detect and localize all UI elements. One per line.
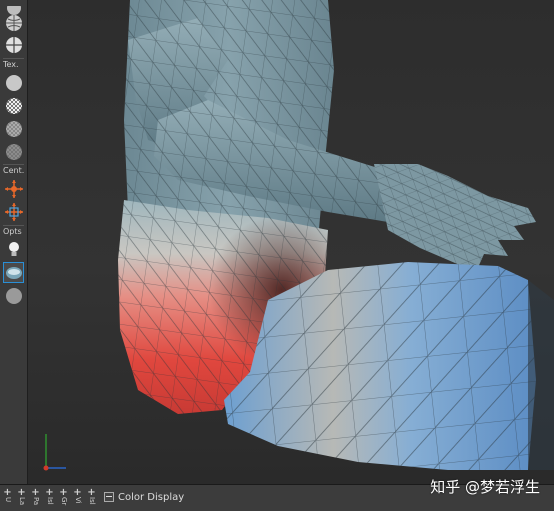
left-toolbar: Tex. Cent. Opts (0, 0, 28, 484)
light-bulb-icon[interactable] (3, 239, 24, 260)
center-pivot-icon[interactable] (3, 178, 24, 199)
toolbar-separator (3, 225, 24, 226)
bottom-tab-isl-2[interactable]: + Isl (87, 488, 96, 508)
center-selection-icon[interactable] (3, 201, 24, 222)
bottom-tab-u[interactable]: + U (3, 488, 12, 508)
bottom-tab-la[interactable]: + La (17, 488, 26, 508)
checker-globe-button[interactable] (3, 34, 24, 55)
shaded-disk-toggle[interactable] (3, 262, 24, 283)
bottom-tab-isl[interactable]: + Isl (45, 488, 54, 508)
thigh-edge-shadow (528, 280, 554, 470)
collapse-icon[interactable] (104, 492, 114, 502)
wire-sphere-button[interactable] (3, 12, 24, 33)
hand-wireframe (374, 164, 536, 272)
watermark-text: 知乎 @梦若浮生 (430, 478, 540, 496)
section-label-cent: Cent. (3, 166, 25, 175)
section-label-tex: Tex. (3, 60, 19, 69)
color-display-label: Color Display (118, 491, 185, 503)
checker-texture-dim-button[interactable] (3, 118, 24, 139)
mesh-render[interactable] (28, 0, 554, 484)
axis-gizmo-icon (43, 434, 66, 471)
bottom-tab-vi[interactable]: + Vi (73, 488, 82, 508)
bottom-tab-pa[interactable]: + Pa (31, 488, 40, 508)
solid-sphere-button[interactable] (3, 72, 24, 93)
section-label-opts: Opts (3, 227, 22, 236)
gray-texture-button[interactable] (3, 141, 24, 162)
flat-sphere-button[interactable] (3, 285, 24, 306)
3d-viewport[interactable] (28, 0, 554, 484)
toolbar-separator (3, 164, 24, 165)
checker-texture-button[interactable] (3, 95, 24, 116)
toolbar-separator (3, 58, 24, 59)
bottom-tab-gr[interactable]: + Gr (59, 488, 68, 508)
color-display-panel[interactable]: Color Display (104, 489, 184, 505)
